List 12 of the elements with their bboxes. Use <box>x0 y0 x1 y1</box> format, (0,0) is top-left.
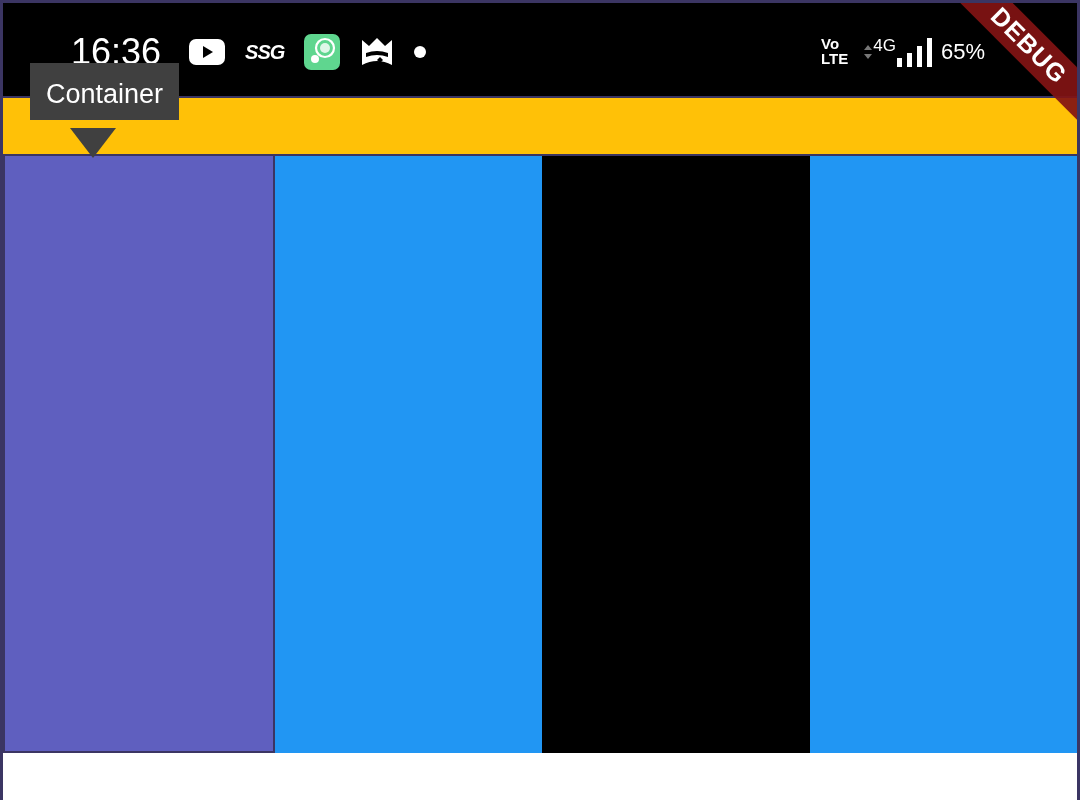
dot-icon <box>414 45 427 58</box>
data-arrows-icon <box>864 43 873 60</box>
network-type: 4G <box>873 34 896 57</box>
crown-icon <box>360 36 395 67</box>
tooltip: Container <box>30 63 180 120</box>
volte-label: Vo LTE <box>821 37 849 66</box>
play-icon <box>189 38 226 65</box>
app-icon <box>304 33 341 70</box>
tooltip-pointer-icon <box>70 128 116 158</box>
battery-percent: 65% <box>940 38 985 66</box>
signal-icon <box>896 36 933 67</box>
notification-text: SSG <box>245 39 285 65</box>
